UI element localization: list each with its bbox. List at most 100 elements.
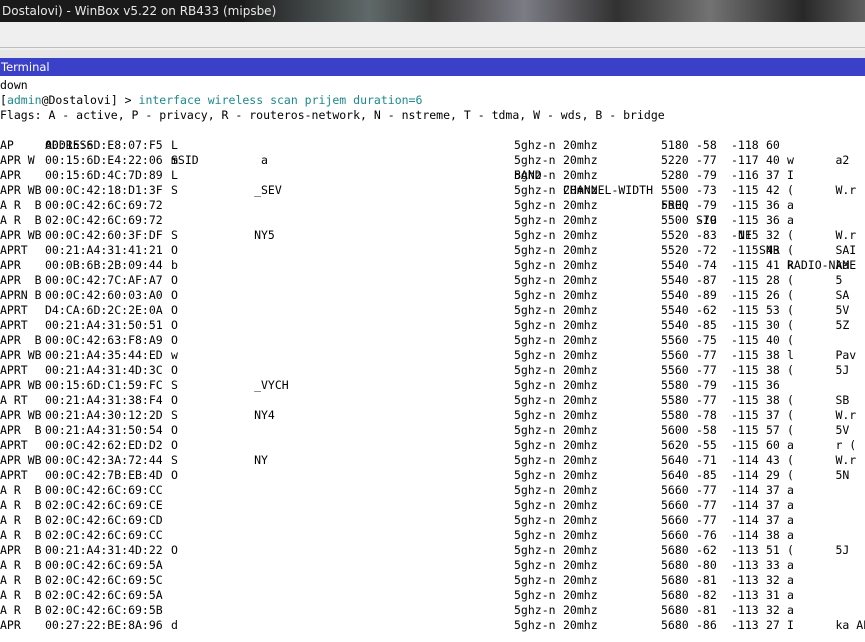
row-band: 5ghz-n bbox=[514, 423, 556, 437]
row-band: 5ghz-n bbox=[514, 168, 556, 182]
flags-legend: Flags: A - active, P - privacy, R - rout… bbox=[0, 108, 665, 122]
row-flags: APR W bbox=[0, 153, 35, 167]
row-ssid: L bbox=[171, 168, 178, 182]
row-flags: APR bbox=[0, 168, 21, 182]
table-row: APR 00:27:22:BE:8A:96 d 5ghz-n 20mhz 5680 -86-… bbox=[0, 618, 865, 633]
row-flags: APRT bbox=[0, 243, 28, 257]
row-radio-name: ( 5V bbox=[787, 303, 850, 317]
prompt-close: ] > bbox=[110, 93, 139, 107]
row-freq: 5560 bbox=[661, 333, 689, 347]
row-band: 5ghz-n bbox=[514, 378, 556, 392]
terminal-output[interactable]: down [admin@Dostalovi] > interface wirel… bbox=[0, 77, 865, 642]
row-nf: -115 bbox=[731, 393, 759, 407]
row-sig: -55 bbox=[696, 438, 717, 452]
row-band: 5ghz-n bbox=[514, 138, 556, 152]
table-row: A R B 02:0C:42:6C:69:5B 5ghz-n 20mhz 5680 -81… bbox=[0, 603, 865, 618]
row-nf: -115 bbox=[731, 378, 759, 392]
row-flags: APR WB bbox=[0, 228, 42, 242]
table-row: APR B 00:0C:42:63:F8:A9 O 5ghz-n 20mhz 5560 -7… bbox=[0, 333, 865, 348]
row-nf: -115 bbox=[731, 318, 759, 332]
row-address: 00:21:A4:35:44:ED bbox=[45, 348, 163, 362]
row-nf: -115 bbox=[731, 198, 759, 212]
window-titlebar[interactable]: Dostalovi) - WinBox v5.22 on RB433 (mips… bbox=[0, 0, 865, 22]
row-address: 00:27:22:BE:8A:96 bbox=[45, 618, 163, 632]
row-flags: APRN B bbox=[0, 288, 42, 302]
row-channel-width: 20mhz bbox=[563, 408, 598, 422]
row-flags: APR B bbox=[0, 273, 42, 287]
row-address: 00:0C:42:6C:69:5A bbox=[45, 558, 163, 572]
row-flags: A R B bbox=[0, 198, 42, 212]
row-flags: A R B bbox=[0, 528, 42, 542]
row-flags: A R B bbox=[0, 588, 42, 602]
row-channel-width: 20mhz bbox=[563, 333, 598, 347]
row-nf: -114 bbox=[731, 513, 759, 527]
row-channel-width: 20mhz bbox=[563, 138, 598, 152]
row-snr: 36 bbox=[766, 213, 780, 227]
row-ssid: m a bbox=[171, 153, 268, 167]
row-address: 02:0C:42:6C:69:CE bbox=[45, 498, 163, 512]
row-freq: 5540 bbox=[661, 288, 689, 302]
row-radio-name: ( W.r bbox=[787, 453, 857, 467]
row-freq: 5500 bbox=[661, 183, 689, 197]
row-sig: -58 bbox=[696, 423, 717, 437]
row-freq: 5220 bbox=[661, 153, 689, 167]
row-nf: -114 bbox=[731, 468, 759, 482]
table-row: AP 00:15:6D:E8:07:F5 L 5ghz-n 20mhz 5180 -58 -1… bbox=[0, 138, 865, 153]
row-flags: A R B bbox=[0, 513, 42, 527]
row-freq: 5660 bbox=[661, 528, 689, 542]
row-address: 00:21:A4:30:12:2D bbox=[45, 408, 163, 422]
row-snr: 37 bbox=[766, 513, 780, 527]
row-sig: -62 bbox=[696, 543, 717, 557]
terminal-header[interactable]: Terminal bbox=[0, 58, 865, 76]
row-sig: -81 bbox=[696, 573, 717, 587]
table-row: A R B 02:0C:42:6C:69:CE 5ghz-n 20mhz 5660 -77… bbox=[0, 498, 865, 513]
row-flags: APR WB bbox=[0, 183, 42, 197]
row-address: 00:0C:42:6C:69:72 bbox=[45, 198, 163, 212]
row-address: 00:0C:42:6C:69:CC bbox=[45, 483, 163, 497]
row-snr: 38 bbox=[766, 348, 780, 362]
row-snr: 60 bbox=[766, 138, 780, 152]
row-channel-width: 20mhz bbox=[563, 378, 598, 392]
row-address: 00:0C:42:18:D1:3F bbox=[45, 183, 163, 197]
row-freq: 5500 bbox=[661, 213, 689, 227]
table-row: A R B 02:0C:42:6C:69:5A 5ghz-n 20mhz 5680 -82… bbox=[0, 588, 865, 603]
row-band: 5ghz-n bbox=[514, 258, 556, 272]
row-sig: -79 bbox=[696, 198, 717, 212]
row-band: 5ghz-n bbox=[514, 453, 556, 467]
row-address: 00:0C:42:7B:EB:4D bbox=[45, 468, 163, 482]
row-radio-name: l Pav bbox=[787, 348, 857, 362]
row-sig: -73 bbox=[696, 183, 717, 197]
row-nf: -115 bbox=[731, 303, 759, 317]
row-snr: 26 bbox=[766, 288, 780, 302]
row-freq: 5680 bbox=[661, 558, 689, 572]
prompt-user: admin bbox=[6, 93, 42, 107]
row-freq: 5560 bbox=[661, 363, 689, 377]
row-sig: -77 bbox=[696, 348, 717, 362]
row-ssid: S NY bbox=[171, 453, 268, 467]
row-sig: -77 bbox=[696, 498, 717, 512]
row-radio-name: ( 5 bbox=[787, 273, 843, 287]
row-band: 5ghz-n bbox=[514, 273, 556, 287]
row-sig: -79 bbox=[696, 378, 717, 392]
row-nf: -115 bbox=[731, 348, 759, 362]
row-radio-name: a bbox=[787, 573, 794, 587]
row-address: 00:21:A4:31:41:21 bbox=[45, 243, 163, 257]
table-row: A RT 00:21:A4:31:38:F4 O 5ghz-n 20mhz 5580 -77… bbox=[0, 393, 865, 408]
row-band: 5ghz-n bbox=[514, 618, 556, 632]
row-nf: -113 bbox=[731, 588, 759, 602]
row-sig: -80 bbox=[696, 558, 717, 572]
row-flags: APRT bbox=[0, 303, 28, 317]
line-down: down bbox=[0, 78, 28, 92]
row-nf: -113 bbox=[731, 603, 759, 617]
row-freq: 5540 bbox=[661, 318, 689, 332]
row-radio-name: a bbox=[787, 558, 794, 572]
row-nf: -115 bbox=[731, 423, 759, 437]
row-flags: APRT bbox=[0, 363, 28, 377]
row-channel-width: 20mhz bbox=[563, 618, 598, 632]
table-row: A R B 00:0C:42:6C:69:5A 5ghz-n 20mhz 5680 -80… bbox=[0, 558, 865, 573]
table-row: APR 00:0B:6B:2B:09:44 b 5ghz-n 20mhz 5540 -74-… bbox=[0, 258, 865, 273]
row-snr: 51 bbox=[766, 543, 780, 557]
row-band: 5ghz-n bbox=[514, 183, 556, 197]
row-radio-name: I bbox=[787, 168, 794, 182]
row-band: 5ghz-n bbox=[514, 468, 556, 482]
